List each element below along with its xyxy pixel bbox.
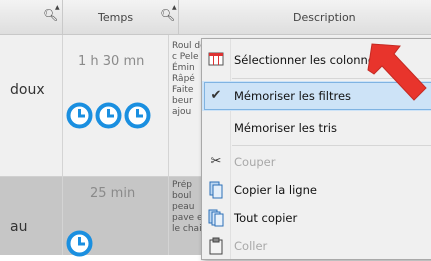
checkmark-icon: ✔: [210, 88, 222, 103]
column-divider: [168, 35, 169, 255]
menu-item-label: Tout copier: [234, 211, 298, 225]
paste-icon: [208, 237, 224, 255]
clock-rating: [66, 230, 93, 257]
recipe-time: 25 min: [90, 186, 136, 201]
menu-item-cut[interactable]: ✂ Couper: [202, 147, 431, 177]
clock-icon: [66, 230, 93, 257]
clock-icon: [124, 102, 151, 129]
menu-item-label: Sélectionner les colonnes: [234, 53, 381, 67]
menu-item-paste[interactable]: Coller: [202, 231, 431, 261]
copy-all-icon: [208, 209, 224, 227]
table-header: 🔍︎ ▲ Temps 🔍︎ ▲ Description: [0, 0, 431, 35]
recipe-name: doux: [10, 82, 45, 98]
menu-item-label: Copier la ligne: [234, 183, 317, 197]
menu-separator: [232, 145, 431, 146]
menu-item-label: Mémoriser les filtres: [234, 89, 352, 103]
column-divider[interactable]: [178, 0, 179, 34]
menu-item-label: Coller: [234, 239, 268, 253]
sort-arrow-icon[interactable]: ▲: [172, 4, 177, 11]
menu-item-label: Couper: [234, 155, 276, 169]
annotation-arrow-icon: [367, 43, 427, 101]
clock-icon: [95, 102, 122, 129]
menu-item-copy-row[interactable]: Copier la ligne: [202, 175, 431, 205]
recipe-time: 1 h 30 mn: [78, 54, 145, 69]
scissors-icon: ✂: [210, 154, 222, 169]
column-header-description[interactable]: Description: [293, 11, 356, 24]
clock-icon: [66, 102, 93, 129]
table-columns-icon: [208, 51, 224, 69]
menu-item-label: Mémoriser les tris: [234, 121, 337, 135]
menu-item-copy-all[interactable]: Tout copier: [202, 203, 431, 233]
clock-rating: [66, 102, 151, 129]
column-divider[interactable]: [62, 0, 63, 34]
sort-arrow-icon[interactable]: ▲: [55, 4, 60, 11]
recipe-name: au: [10, 219, 28, 235]
copy-icon: [208, 181, 224, 199]
column-divider: [62, 35, 63, 255]
column-header-temps[interactable]: Temps: [98, 11, 133, 24]
